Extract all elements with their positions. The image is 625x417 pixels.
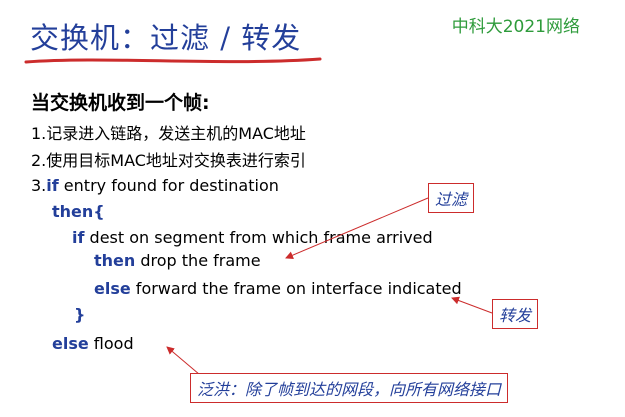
forward-arrow xyxy=(451,296,493,314)
callout-forward: 转发 xyxy=(492,299,539,329)
callout-filter: 过滤 xyxy=(428,183,475,213)
callout-arrows xyxy=(166,197,493,381)
callout-flood: 泛洪：除了帧到达的网段，向所有网络接口 xyxy=(190,373,509,403)
filter-arrow xyxy=(285,197,429,259)
